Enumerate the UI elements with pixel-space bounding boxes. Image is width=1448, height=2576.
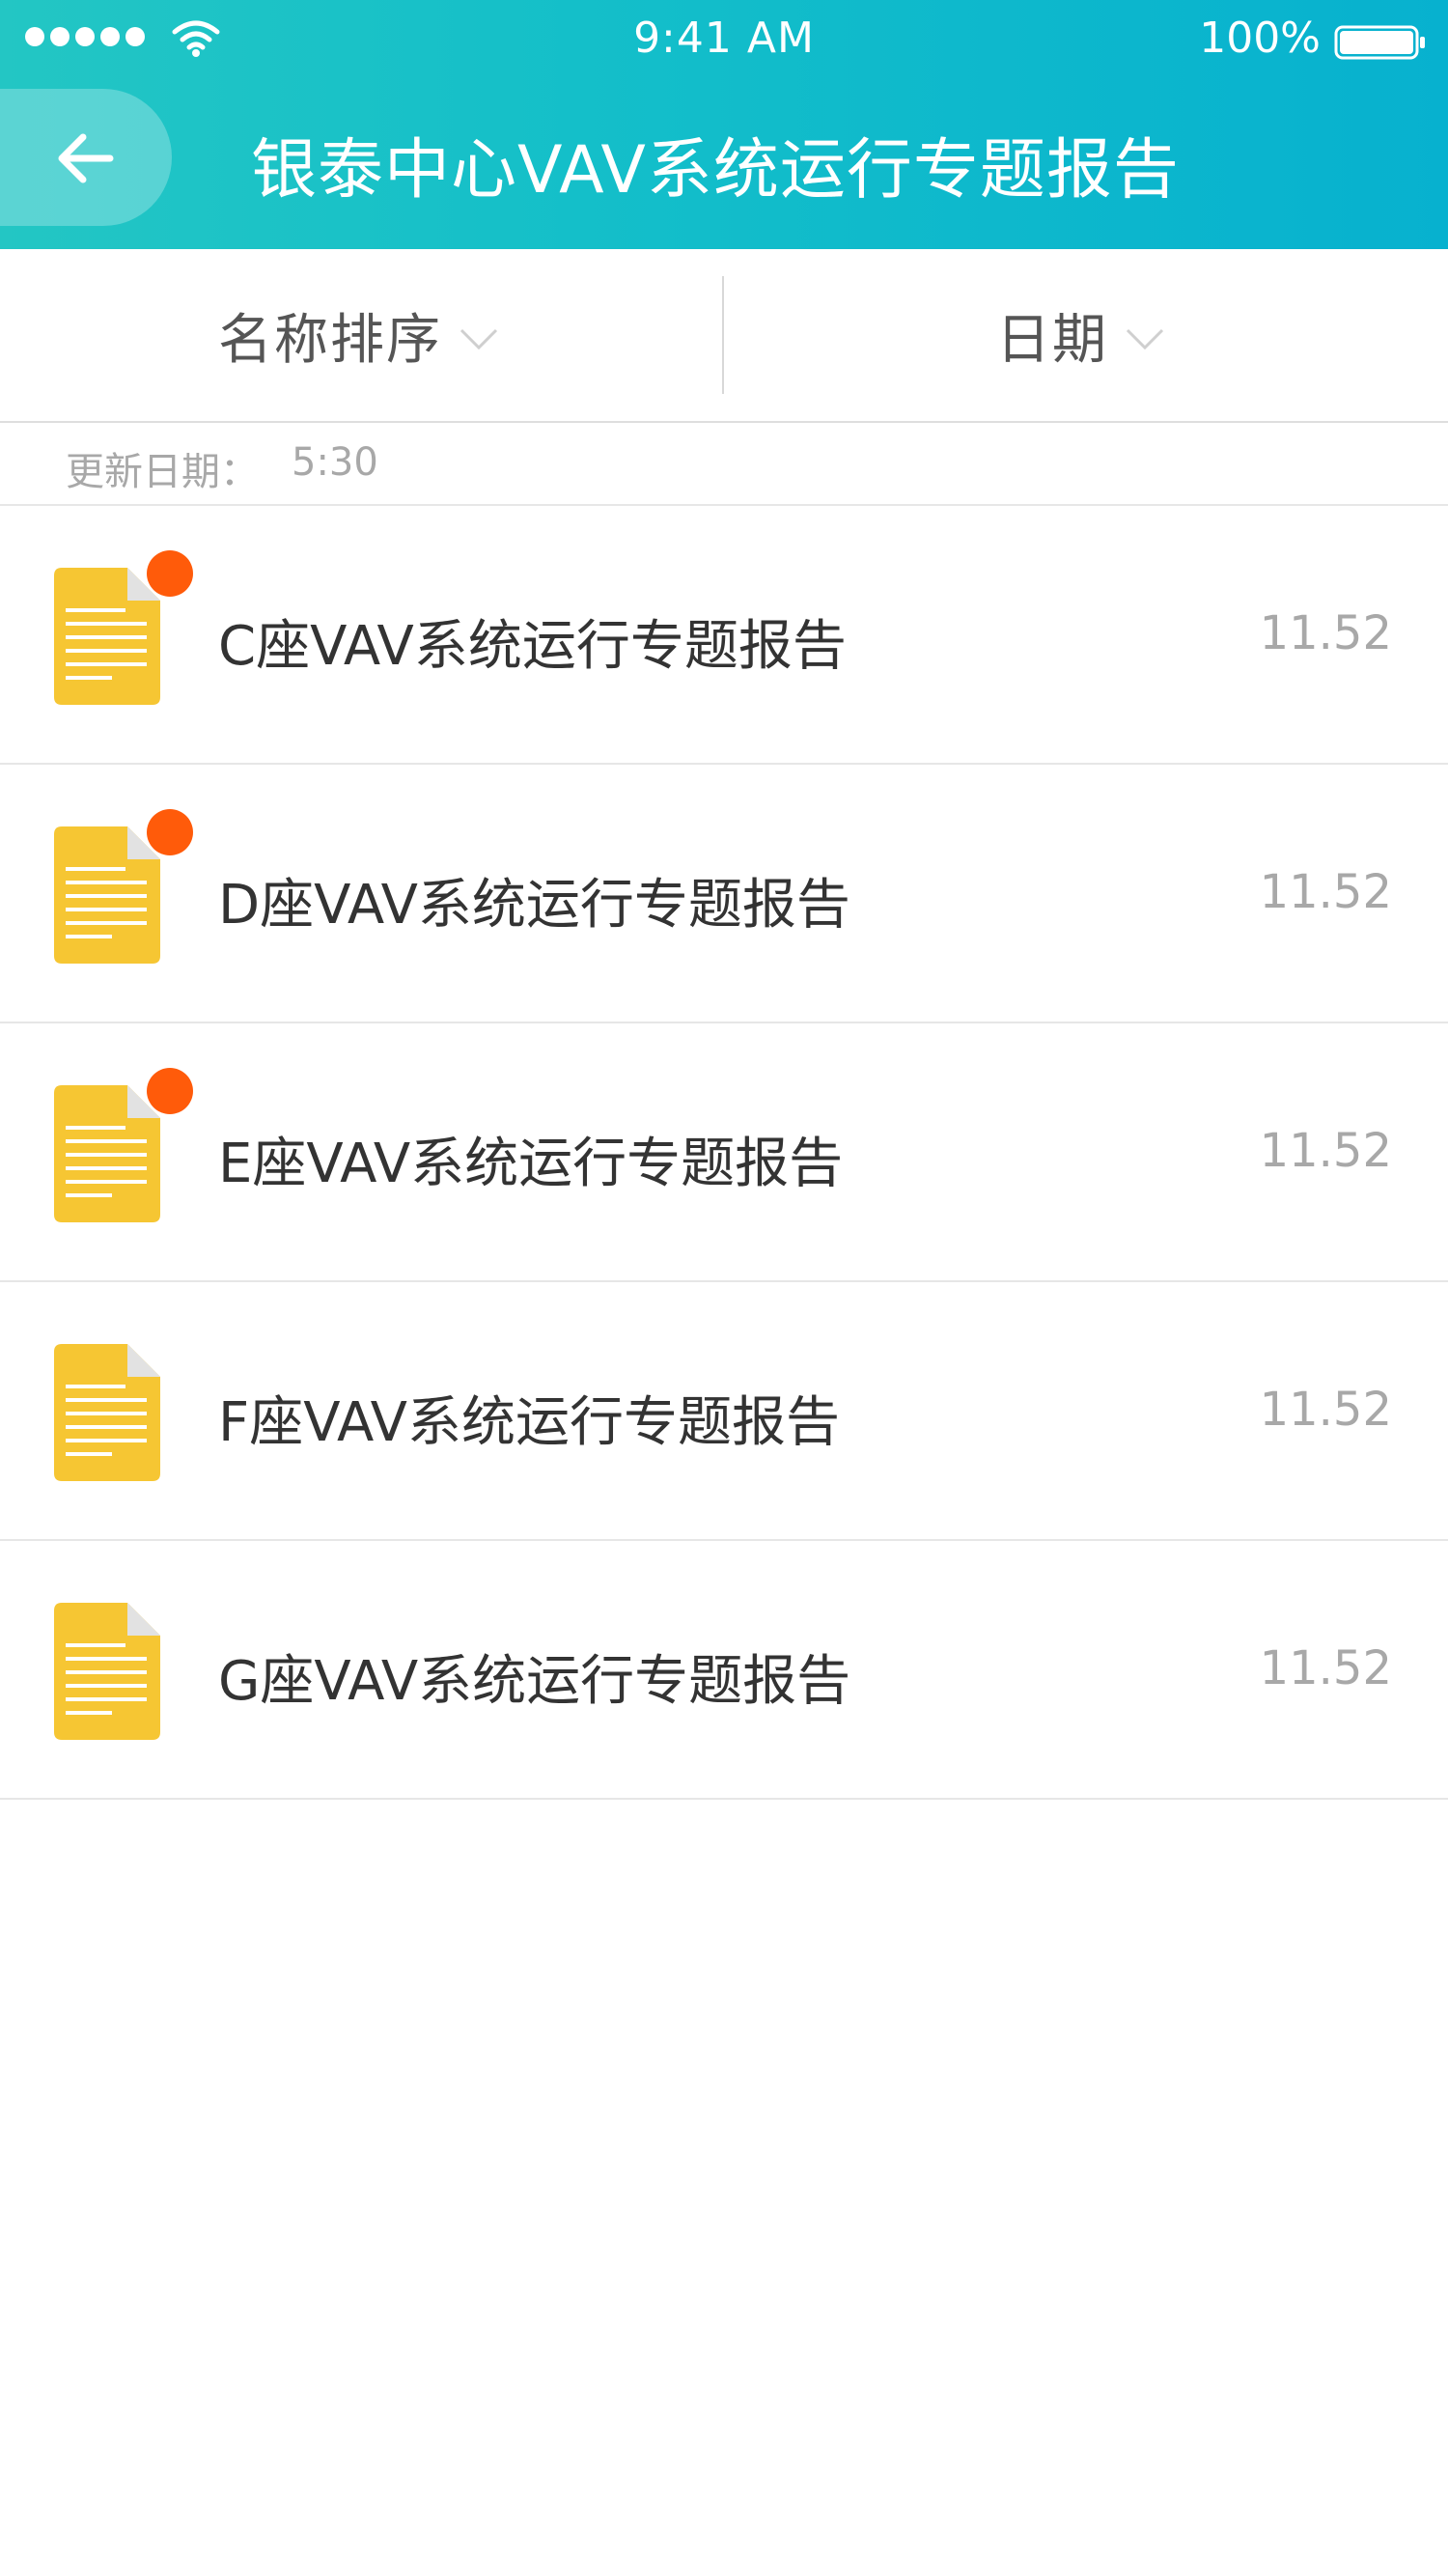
chevron-down-icon bbox=[1126, 328, 1164, 350]
report-item-e[interactable]: E座VAV系统运行专题报告 11.52 bbox=[0, 1023, 1448, 1282]
report-title: D座VAV系统运行专题报告 bbox=[218, 874, 850, 937]
report-size: 11.52 bbox=[1259, 1383, 1392, 1437]
chevron-down-icon bbox=[459, 328, 498, 350]
report-title: F座VAV系统运行专题报告 bbox=[218, 1391, 840, 1454]
update-info: 更新日期： 5:30 bbox=[0, 423, 1448, 506]
update-label: 更新日期： bbox=[66, 450, 259, 494]
back-button[interactable] bbox=[0, 89, 172, 226]
report-item-g[interactable]: G座VAV系统运行专题报告 11.52 bbox=[0, 1541, 1448, 1800]
report-title: G座VAV系统运行专题报告 bbox=[218, 1650, 851, 1713]
report-size: 11.52 bbox=[1259, 1641, 1392, 1695]
battery-percent: 100% bbox=[1199, 14, 1321, 63]
report-item-d[interactable]: D座VAV系统运行专题报告 11.52 bbox=[0, 765, 1448, 1023]
filter-divider bbox=[722, 276, 724, 394]
status-bar: 9:41 AM 100% bbox=[0, 0, 1448, 85]
date-label: 日期 bbox=[996, 308, 1108, 372]
report-title: E座VAV系统运行专题报告 bbox=[218, 1133, 844, 1195]
date-dropdown[interactable]: 日期 bbox=[996, 249, 1164, 421]
battery-icon bbox=[1334, 25, 1425, 60]
document-icon bbox=[54, 1085, 160, 1222]
arrow-left-icon bbox=[58, 133, 114, 183]
report-item-c[interactable]: C座VAV系统运行专题报告 11.52 bbox=[0, 506, 1448, 765]
report-list: C座VAV系统运行专题报告 11.52 D座VAV系统运行专题报告 11.52 bbox=[0, 506, 1448, 1800]
document-icon bbox=[54, 1603, 160, 1740]
unread-badge bbox=[147, 550, 193, 597]
sort-by-name-label: 名称排序 bbox=[218, 308, 442, 372]
document-icon bbox=[54, 568, 160, 705]
report-size: 11.52 bbox=[1259, 606, 1392, 660]
filter-bar: 名称排序 日期 bbox=[0, 249, 1448, 423]
unread-badge bbox=[147, 809, 193, 855]
unread-badge bbox=[147, 1068, 193, 1114]
report-size: 11.52 bbox=[1259, 865, 1392, 919]
sort-by-name-dropdown[interactable]: 名称排序 bbox=[218, 249, 498, 421]
document-icon bbox=[54, 1344, 160, 1481]
app-header: 9:41 AM 100% 银泰中心VAV系统运行专题报告 bbox=[0, 0, 1448, 249]
report-item-f[interactable]: F座VAV系统运行专题报告 11.52 bbox=[0, 1282, 1448, 1541]
report-size: 11.52 bbox=[1259, 1124, 1392, 1178]
page-title: 银泰中心VAV系统运行专题报告 bbox=[251, 132, 1180, 209]
document-icon bbox=[54, 826, 160, 964]
update-time: 5:30 bbox=[292, 440, 378, 485]
report-title: C座VAV系统运行专题报告 bbox=[218, 615, 847, 678]
